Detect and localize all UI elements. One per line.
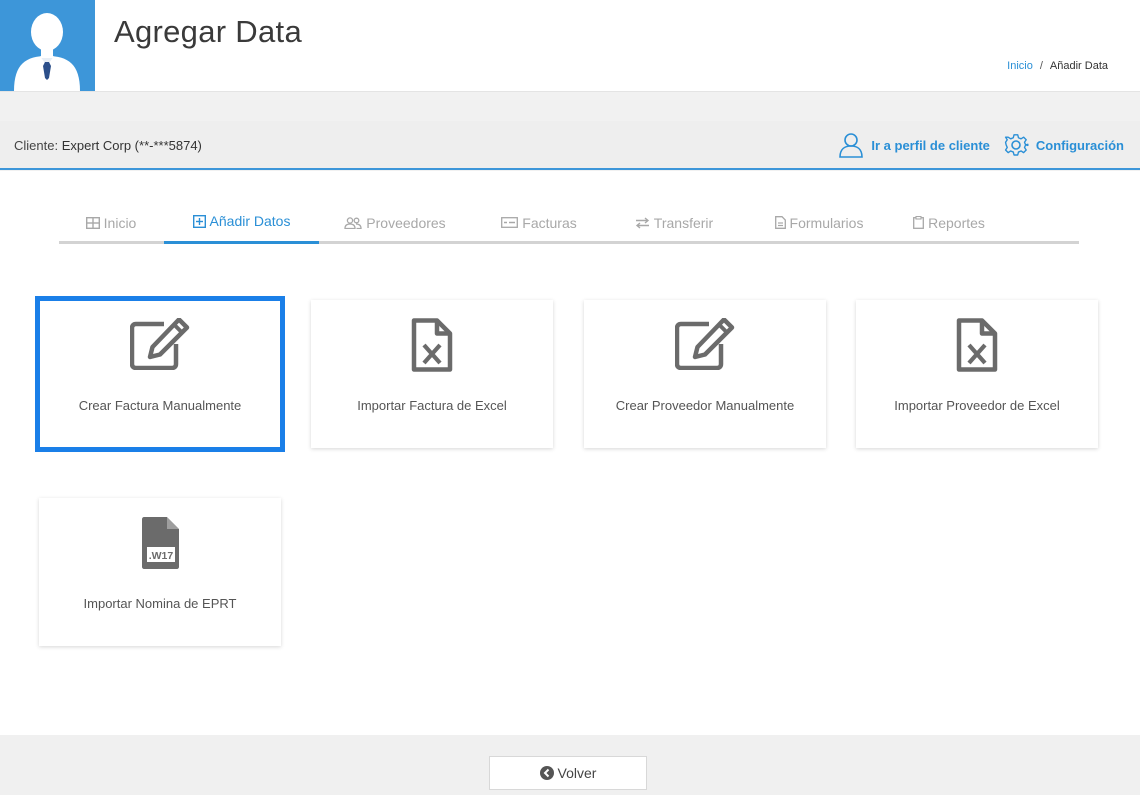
tab-facturas[interactable]: Facturas bbox=[484, 201, 594, 244]
client-info: Cliente: Expert Corp (**-***5874) bbox=[14, 138, 202, 153]
card-icon-wrap bbox=[311, 318, 553, 372]
client-bar: Cliente: Expert Corp (**-***5874) Ir a p… bbox=[0, 121, 1140, 170]
excel-file-icon bbox=[956, 318, 998, 372]
card-importar-factura-excel[interactable]: Importar Factura de Excel bbox=[311, 300, 553, 448]
page-title: Agregar Data bbox=[114, 14, 302, 49]
breadcrumb: Inicio / Añadir Data bbox=[1007, 60, 1108, 72]
tab-label: Reportes bbox=[928, 214, 985, 231]
card-label: Importar Proveedor de Excel bbox=[894, 398, 1060, 413]
client-profile-link[interactable]: Ir a perfil de cliente bbox=[838, 132, 990, 158]
tab-label: Inicio bbox=[103, 214, 137, 231]
tab-proveedores[interactable]: Proveedores bbox=[329, 201, 461, 244]
plus-square-icon bbox=[192, 214, 206, 228]
tab-label: Añadir Datos bbox=[209, 213, 291, 229]
client-profile-label: Ir a perfil de cliente bbox=[871, 137, 990, 153]
card-importar-proveedor-excel[interactable]: Importar Proveedor de Excel bbox=[856, 300, 1098, 448]
excel-file-icon bbox=[411, 318, 453, 372]
w17-icon-text: .W17 bbox=[149, 550, 174, 562]
back-button[interactable]: Volver bbox=[489, 756, 647, 790]
tab-label: Facturas bbox=[522, 214, 577, 231]
invoice-icon bbox=[501, 217, 519, 228]
card-icon-wrap bbox=[584, 318, 826, 370]
card-icon-wrap: .W17 bbox=[39, 516, 281, 570]
card-crear-proveedor-manualmente[interactable]: Crear Proveedor Manualmente bbox=[584, 300, 826, 448]
clipboard-icon bbox=[913, 216, 925, 229]
page-footer: Volver bbox=[0, 735, 1140, 795]
card-crear-factura-manualmente[interactable]: Crear Factura Manualmente bbox=[35, 296, 285, 452]
card-label: Importar Nomina de EPRT bbox=[83, 596, 237, 611]
document-icon bbox=[774, 216, 786, 229]
card-importar-nomina-eprt[interactable]: .W17 Importar Nomina de EPRT bbox=[39, 498, 281, 646]
tab-anadir-datos[interactable]: Añadir Datos bbox=[164, 201, 319, 244]
user-avatar bbox=[0, 0, 95, 91]
users-icon bbox=[344, 216, 362, 229]
gear-icon bbox=[1004, 134, 1029, 156]
user-profile-icon bbox=[839, 133, 864, 158]
w17-file-icon: .W17 bbox=[142, 517, 179, 569]
edit-icon bbox=[130, 318, 190, 370]
client-label: Cliente: bbox=[14, 138, 59, 153]
card-label: Importar Factura de Excel bbox=[357, 398, 507, 413]
card-label: Crear Factura Manualmente bbox=[78, 398, 242, 413]
arrow-circle-left-icon bbox=[539, 766, 554, 780]
breadcrumb-current: Añadir Data bbox=[1049, 60, 1108, 72]
page-header: Agregar Data Inicio / Añadir Data bbox=[0, 0, 1140, 92]
card-icon-wrap bbox=[39, 318, 281, 370]
back-button-label: Volver bbox=[557, 765, 597, 781]
tab-label: Formularios bbox=[789, 214, 864, 231]
client-name: Expert Corp (**-***5874) bbox=[61, 138, 202, 153]
edit-icon bbox=[675, 318, 735, 370]
tab-formularios[interactable]: Formularios bbox=[754, 201, 884, 244]
card-icon-wrap bbox=[856, 318, 1098, 372]
settings-label: Configuración bbox=[1035, 137, 1124, 153]
tab-inicio[interactable]: Inicio bbox=[59, 201, 163, 244]
tab-bar: Inicio Añadir Datos Proveedores Facturas… bbox=[59, 201, 1079, 244]
tab-label: Proveedores bbox=[366, 214, 446, 231]
main-content: Inicio Añadir Datos Proveedores Facturas… bbox=[0, 171, 1140, 735]
breadcrumb-home-link[interactable]: Inicio bbox=[1007, 60, 1033, 72]
client-actions: Ir a perfil de cliente Configuración bbox=[838, 132, 1124, 158]
user-avatar-icon bbox=[14, 13, 80, 91]
transfer-arrows-icon bbox=[635, 216, 649, 229]
settings-link[interactable]: Configuración bbox=[1003, 132, 1124, 158]
grid-icon bbox=[85, 216, 100, 229]
tab-transferir[interactable]: Transferir bbox=[614, 201, 734, 244]
breadcrumb-separator: / bbox=[1039, 60, 1043, 72]
tab-label: Transferir bbox=[653, 214, 714, 231]
card-label: Crear Proveedor Manualmente bbox=[615, 398, 795, 413]
tab-reportes[interactable]: Reportes bbox=[899, 201, 999, 244]
